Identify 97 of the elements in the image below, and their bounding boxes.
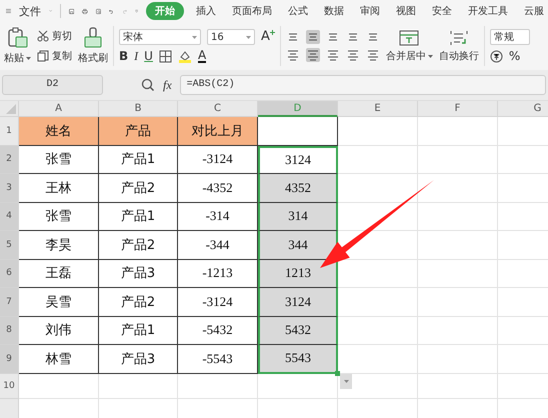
table-cell: 5543: [258, 345, 338, 374]
table-cell: 产品1: [99, 202, 178, 231]
ribbon-tab[interactable]: 视图: [392, 4, 420, 18]
font-size-select[interactable]: 16: [207, 29, 255, 45]
table-cell: 产品3: [99, 345, 178, 374]
table-cell: 刘伟: [19, 316, 99, 345]
file-menu[interactable]: 文件: [18, 4, 41, 18]
ribbon-tab[interactable]: 安全: [428, 4, 456, 18]
borders-icon[interactable]: [158, 50, 172, 62]
underline-button[interactable]: U: [144, 49, 153, 63]
column-header[interactable]: A: [19, 101, 99, 117]
function-button[interactable]: fx: [163, 78, 172, 92]
table-cell: 314: [258, 202, 338, 231]
format-painter-button[interactable]: 格式刷: [78, 51, 108, 65]
table-cell: 林雪: [19, 345, 99, 374]
table-cell: 王林: [19, 174, 99, 202]
percent-button[interactable]: %: [508, 49, 520, 63]
table-cell: 3124: [258, 288, 338, 316]
row-header[interactable]: 8: [0, 316, 19, 345]
font-color-button[interactable]: A: [198, 49, 206, 63]
scissors-icon[interactable]: [37, 30, 49, 42]
row-header[interactable]: 2: [0, 146, 19, 174]
table-cell: 344: [258, 231, 338, 260]
italic-button[interactable]: I: [134, 49, 138, 63]
align-icon[interactable]: [366, 48, 380, 62]
table-cell: 产品2: [99, 231, 178, 260]
row-header[interactable]: 1: [0, 117, 19, 146]
ribbon-tab[interactable]: 数据: [320, 4, 348, 18]
row-header[interactable]: 3: [0, 174, 19, 202]
align-icon[interactable]: [346, 48, 360, 62]
table-cell: 3124: [258, 146, 338, 174]
table-cell: 5432: [258, 316, 338, 345]
cut-button[interactable]: 剪切: [52, 29, 72, 43]
table-cell: 产品1: [99, 316, 178, 345]
plus-icon: [270, 30, 275, 35]
row-header[interactable]: 6: [0, 260, 19, 288]
currency-icon[interactable]: [490, 50, 503, 62]
caret-icon[interactable]: [246, 36, 251, 38]
table-cell: 4352: [258, 174, 338, 202]
align-icon[interactable]: [306, 30, 320, 44]
ribbon-tab[interactable]: 插入: [192, 4, 220, 18]
table-cell: 1213: [258, 260, 338, 288]
row-header[interactable]: 10: [0, 374, 19, 398]
font-select[interactable]: 宋体: [119, 29, 201, 45]
copy-icon[interactable]: [37, 50, 49, 62]
table-cell: 产品3: [99, 260, 178, 288]
brush-icon[interactable]: [83, 27, 103, 49]
align-icon[interactable]: [306, 48, 320, 62]
table-cell: 吴雪: [19, 288, 99, 316]
corner-triangle-icon: [6, 104, 16, 114]
wrap-text-icon[interactable]: [448, 29, 470, 47]
caret-icon[interactable]: [26, 56, 31, 60]
merge-center-button[interactable]: 合并居中: [386, 49, 433, 63]
table-cell: 张雪: [19, 202, 99, 231]
table-cell: 张雪: [19, 146, 99, 174]
menu-icon[interactable]: [6, 6, 11, 16]
merge-cells-icon[interactable]: [398, 29, 420, 47]
column-header[interactable]: G: [498, 101, 548, 117]
ribbon-tab[interactable]: 云服: [520, 4, 548, 18]
table-cell: 李昊: [19, 231, 99, 260]
name-box[interactable]: D2: [2, 75, 103, 95]
table-cell: 产品2: [99, 288, 178, 316]
table-cell: 产品1: [99, 146, 178, 174]
row-header[interactable]: 9: [0, 345, 19, 374]
ribbon-tab[interactable]: 页面布局: [228, 4, 276, 18]
number-format-select[interactable]: 常规: [490, 29, 530, 45]
header-cell: 姓名: [19, 117, 99, 146]
bold-button[interactable]: B: [119, 49, 128, 63]
zoom-icon[interactable]: [141, 78, 155, 92]
autofill-options-button[interactable]: [340, 374, 352, 389]
column-header[interactable]: E: [338, 101, 418, 117]
ribbon-tab[interactable]: 审阅: [356, 4, 384, 18]
row-header[interactable]: 4: [0, 202, 19, 231]
fill-handle[interactable]: [335, 371, 340, 376]
caret-icon[interactable]: [428, 54, 433, 58]
header-cell: 产品: [99, 117, 178, 146]
column-header[interactable]: F: [418, 101, 498, 117]
row-header[interactable]: 7: [0, 288, 19, 316]
column-header[interactable]: B: [99, 101, 178, 117]
table-cell: 王磊: [19, 260, 99, 288]
header-cell: 对比上月: [178, 117, 258, 146]
ribbon-tab[interactable]: 公式: [284, 4, 312, 18]
caret-icon: [344, 380, 348, 383]
paste-button[interactable]: 粘贴: [4, 51, 31, 65]
align-icon[interactable]: [326, 48, 340, 62]
ribbon-tab[interactable]: 开发工具: [464, 4, 512, 18]
wrap-text-button[interactable]: 自动换行: [438, 49, 479, 63]
caret-icon[interactable]: [192, 36, 197, 38]
row-header[interactable]: 5: [0, 231, 19, 260]
column-header[interactable]: C: [178, 101, 258, 117]
table-cell: 产品2: [99, 174, 178, 202]
fill-color-icon[interactable]: [178, 50, 192, 62]
copy-button[interactable]: 复制: [52, 49, 72, 63]
formula-field[interactable]: =ABS(C2): [180, 75, 546, 95]
paste-icon[interactable]: [6, 27, 28, 49]
grow-font-button[interactable]: A: [261, 30, 275, 44]
align-icon[interactable]: [286, 48, 300, 62]
